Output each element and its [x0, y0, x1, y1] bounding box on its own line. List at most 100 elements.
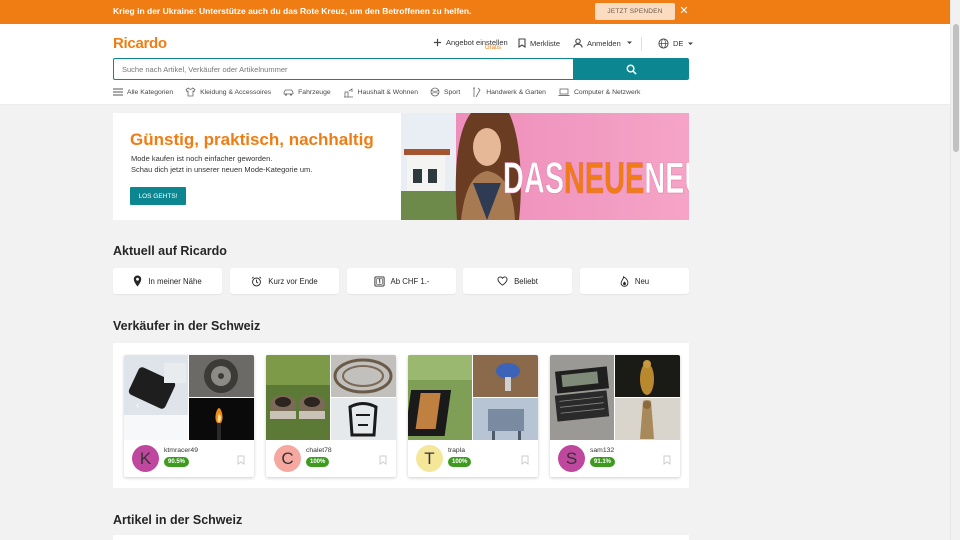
watchlist-button[interactable]: Merkliste: [518, 38, 560, 48]
category-label: Haushalt & Wohnen: [357, 88, 418, 96]
seller-card[interactable]: ‹ K ktmracer49 90.5%: [124, 355, 254, 477]
car-icon: [283, 89, 294, 96]
quick-filter-label: Ab CHF 1.-: [390, 276, 430, 286]
ball-icon: [430, 87, 440, 97]
seller-item-images[interactable]: [408, 355, 538, 440]
seller-item-images[interactable]: [550, 355, 680, 440]
chevron-down-icon: [626, 41, 632, 44]
hero-image-text: DASNEUENEU: [503, 153, 689, 203]
category-vehicles[interactable]: Fahrzeuge: [283, 88, 331, 97]
seller-item-images[interactable]: [124, 355, 254, 440]
location-icon: [134, 275, 142, 287]
category-label: Fahrzeuge: [298, 88, 331, 96]
menu-icon: [113, 88, 123, 96]
seller-rating-badge: 100%: [448, 457, 472, 467]
sellers-carousel: ‹ K ktmracer49 90.5% C chalet78 100% T t…: [113, 343, 689, 488]
hero-cta-button[interactable]: LOS GEHTS!: [130, 187, 186, 205]
chevron-down-icon: [688, 42, 694, 45]
seller-rating-badge: 90.5%: [164, 457, 190, 467]
ricardo-logo[interactable]: Ricardo: [113, 35, 167, 52]
watchlist-label: Merkliste: [530, 38, 561, 48]
heart-icon: [497, 276, 508, 286]
quick-filter-from-chf-1[interactable]: Ab CHF 1.-: [347, 268, 456, 294]
lamp-icon: [343, 87, 353, 97]
hero-banner: Günstig, praktisch, nachhaltig Mode kauf…: [113, 113, 689, 220]
login-button[interactable]: Anmelden: [573, 38, 638, 48]
alarm-icon: [251, 276, 262, 286]
bookmark-icon[interactable]: [663, 455, 671, 465]
bookmark-icon: [518, 38, 526, 48]
ukraine-banner: Krieg in der Ukraine: Unterstütze auch d…: [0, 0, 950, 24]
search-bar: [113, 58, 689, 80]
donate-button[interactable]: JETZT SPENDEN: [595, 3, 675, 20]
seller-name: trapla: [448, 447, 466, 454]
hero-line-1: Mode kaufen ist noch einfacher geworden.: [131, 154, 273, 163]
seller-name: chalet78: [306, 447, 332, 454]
avatar: S: [558, 445, 585, 472]
plus-icon: [433, 38, 442, 47]
page-scrollbar[interactable]: [950, 0, 960, 540]
chevron-left-icon[interactable]: ‹: [136, 400, 139, 411]
sell-gratis-label: Gratis: [485, 45, 502, 51]
hero-image-word-2: NEUE: [564, 153, 644, 203]
seller-card[interactable]: T trapla 100%: [408, 355, 538, 477]
language-selector[interactable]: DE: [658, 38, 699, 49]
articles-container: [113, 535, 689, 540]
seller-name: sam132: [590, 447, 615, 454]
category-clothing[interactable]: Kleidung & Accessoires: [185, 87, 271, 97]
flame-icon: [620, 275, 629, 287]
avatar: T: [416, 445, 443, 472]
category-computer[interactable]: Computer & Netzwerk: [558, 88, 640, 97]
quick-filter-nearby[interactable]: In meiner Nähe: [113, 268, 222, 294]
search-icon: [626, 64, 637, 75]
quick-filter-popular[interactable]: Beliebt: [463, 268, 572, 294]
category-crafts[interactable]: Handwerk & Garten: [472, 87, 546, 98]
category-sport[interactable]: Sport: [430, 87, 460, 97]
language-label: DE: [673, 39, 684, 48]
one-franc-icon: [373, 275, 385, 287]
bookmark-icon[interactable]: [379, 455, 387, 465]
hero-image-word-1: DAS: [503, 153, 564, 203]
hero-fashion-image[interactable]: DASNEUENEU: [401, 113, 689, 220]
hero-image-word-3: NEU: [644, 153, 689, 203]
search-button[interactable]: [573, 58, 689, 80]
seller-card[interactable]: C chalet78 100%: [266, 355, 396, 477]
site-header: Ricardo Angebot einstellen Gratis Merkli…: [0, 24, 950, 105]
category-all[interactable]: Alle Kategorien: [113, 88, 173, 96]
user-icon: [573, 38, 583, 48]
header-divider: [641, 37, 642, 51]
quick-filter-ending-soon[interactable]: Kurz vor Ende: [230, 268, 339, 294]
category-label: Sport: [443, 88, 461, 96]
shirt-icon: [185, 87, 196, 97]
category-label: Alle Kategorien: [127, 88, 174, 96]
sellers-title: Verkäufer in der Schweiz: [113, 319, 261, 333]
tools-icon: [473, 87, 481, 97]
seller-rating-badge: 91.1%: [590, 457, 616, 467]
search-input[interactable]: [113, 58, 573, 80]
avatar: K: [132, 445, 159, 472]
bookmark-icon[interactable]: [237, 455, 245, 465]
quick-filter-label: Neu: [634, 276, 650, 286]
category-label: Kleidung & Accessoires: [200, 88, 272, 96]
category-nav: Alle Kategorien Kleidung & Accessoires F…: [113, 86, 652, 98]
login-label: Anmelden: [587, 38, 621, 48]
quick-filter-label: In meiner Nähe: [148, 276, 202, 286]
close-icon[interactable]: ✕: [678, 5, 690, 17]
laptop-icon: [558, 88, 570, 96]
quick-filter-label: Kurz vor Ende: [268, 276, 318, 286]
scrollbar-thumb[interactable]: [953, 24, 959, 152]
category-household[interactable]: Haushalt & Wohnen: [343, 87, 418, 98]
hero-line-2: Schau dich jetzt in unserer neuen Mode-K…: [131, 164, 313, 174]
category-label: Computer & Netzwerk: [573, 88, 641, 96]
seller-item-images[interactable]: [266, 355, 396, 440]
articles-title: Artikel in der Schweiz: [113, 513, 243, 527]
seller-rating-badge: 100%: [306, 457, 330, 467]
seller-card[interactable]: S sam132 91.1%: [550, 355, 680, 477]
bookmark-icon[interactable]: [521, 455, 529, 465]
quick-filter-new[interactable]: Neu: [580, 268, 689, 294]
avatar: C: [274, 445, 301, 472]
quick-filter-label: Beliebt: [514, 276, 538, 286]
globe-icon: [658, 38, 669, 49]
category-label: Handwerk & Garten: [486, 88, 546, 96]
seller-name: ktmracer49: [164, 447, 198, 454]
